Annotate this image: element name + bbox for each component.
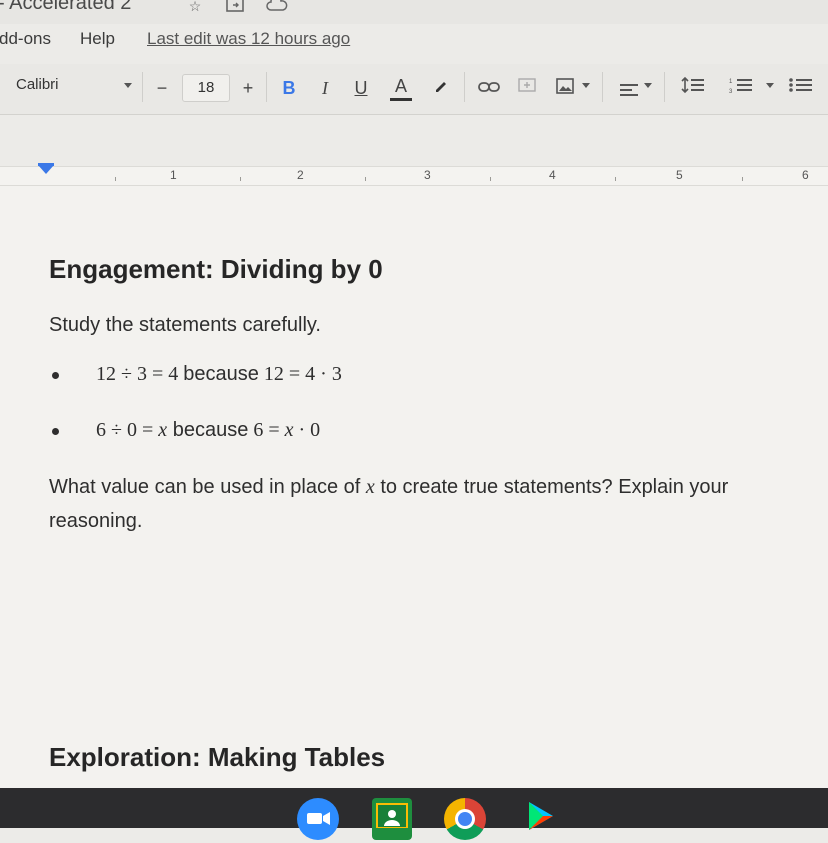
bullet-marker [52,428,59,435]
align-left-icon[interactable] [620,84,638,99]
variable-x: x [158,419,168,441]
toolbar-divider [464,72,465,102]
toolbar-divider [142,72,143,102]
classroom-icon[interactable] [372,798,412,840]
ruler-number: 4 [549,168,556,182]
equation-part: 12 = 4 · 3 [258,363,342,385]
menu-help[interactable]: Help [80,29,115,49]
bold-button[interactable]: B [278,74,300,102]
document-page[interactable]: Engagement: Dividing by 0 Study the stat… [0,186,828,788]
ruler-number: 2 [297,168,304,182]
ruler-tick [742,177,743,181]
font-size-input[interactable]: 18 [182,74,230,102]
play-store-icon[interactable] [519,798,561,840]
menu-bar: dd-ons Help Last edit was 12 hours ago [0,26,828,56]
zoom-icon[interactable] [297,798,339,840]
bullet-marker [52,372,59,379]
ruler-number: 3 [424,168,431,182]
variable-x: x [365,476,375,498]
title-bar: - Accelerated 2 ☆ [0,0,828,24]
ruler-tick [115,177,116,181]
insert-comment-icon[interactable] [516,74,538,102]
text-color-button[interactable]: A [390,74,412,101]
svg-text:3: 3 [729,89,733,94]
italic-button[interactable]: I [314,74,336,102]
star-icon[interactable]: ☆ [186,0,204,14]
chrome-icon[interactable] [444,798,486,840]
taskbar-shelf [0,788,828,840]
font-dropdown-caret-icon[interactable] [124,83,132,88]
variable-x: x [284,419,294,441]
menu-addons[interactable]: dd-ons [0,29,51,49]
ruler-tick [240,177,241,181]
move-to-folder-icon[interactable] [226,0,244,14]
equation-part: 6 ÷ 0 = [96,419,159,441]
toolbar-divider [602,72,603,102]
insert-link-icon[interactable] [476,74,502,102]
section-heading: Engagement: Dividing by 0 [49,254,383,284]
ruler-number: 6 [802,168,809,182]
intro-paragraph: Study the statements carefully. [49,314,321,336]
question-line-1: What value can be used in place of x to … [49,476,728,499]
ruler-number: 5 [676,168,683,182]
bulleted-list-icon[interactable] [788,74,814,102]
underline-button[interactable]: U [350,74,372,102]
image-dropdown-caret-icon[interactable] [582,83,590,88]
horizontal-ruler[interactable]: 1 2 3 4 5 6 [0,163,828,186]
document-title[interactable]: - Accelerated 2 [0,0,131,15]
line-spacing-icon[interactable] [680,74,706,102]
ruler-tick [490,177,491,181]
toolbar-divider [664,72,665,102]
cloud-status-icon[interactable] [266,0,288,14]
svg-text:1: 1 [729,79,733,85]
bullet-statement-2: 6 ÷ 0 = x because 6 = x · 0 [96,419,320,442]
insert-image-icon[interactable] [554,74,576,102]
highlight-pen-icon[interactable] [430,74,452,102]
align-dropdown-caret-icon[interactable] [644,83,652,88]
numbered-list-icon[interactable]: 13 [728,74,754,102]
left-indent-marker[interactable] [38,165,54,174]
bullet-statement-1: 12 ÷ 3 = 4 because 12 = 4 · 3 [96,363,342,386]
question-line-2: reasoning. [49,510,143,532]
last-edit-link[interactable]: Last edit was 12 hours ago [147,29,350,49]
numbered-list-caret-icon[interactable] [766,83,774,88]
equation-part: 6 = [248,419,285,441]
because-word: because [183,363,259,385]
question-text: What value can be used in place of [49,476,366,498]
font-family-select[interactable]: Calibri [16,76,59,93]
equation-part: 12 ÷ 3 = 4 [96,363,184,385]
ruler-tick [615,177,616,181]
toolbar-divider [266,72,267,102]
because-word: because [167,419,249,441]
decrease-font-size-button[interactable]: − [152,74,172,102]
question-text: to create true statements? Explain your [374,476,729,498]
ruler-tick [365,177,366,181]
increase-font-size-button[interactable]: + [238,74,258,102]
section-heading: Exploration: Making Tables [49,742,386,772]
ruler-number: 1 [170,168,177,182]
equation-part: · 0 [293,419,321,441]
formatting-toolbar: Calibri − 18 + B I U A 13 [0,64,828,115]
